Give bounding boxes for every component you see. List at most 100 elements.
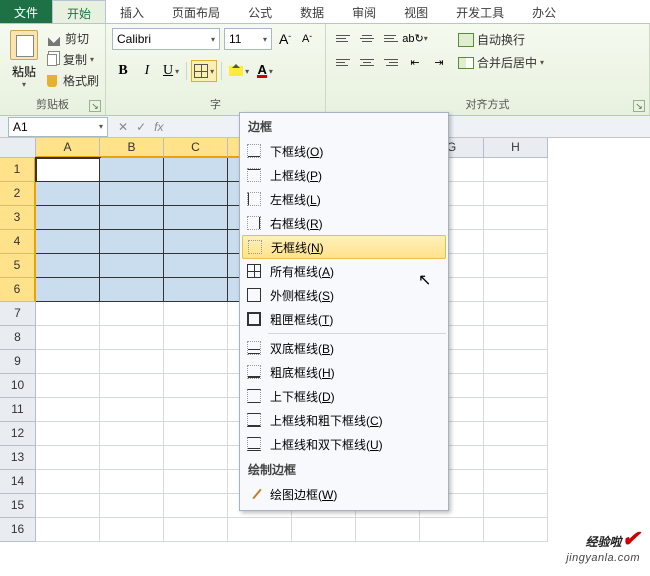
tab-file[interactable]: 文件 <box>0 0 52 23</box>
menu-item-border[interactable]: 粗匣框线(T) <box>240 307 448 331</box>
menu-item-border[interactable]: 上框线和粗下框线(C) <box>240 408 448 432</box>
cell[interactable] <box>164 446 228 470</box>
cell[interactable] <box>100 158 164 182</box>
tab-view[interactable]: 视图 <box>390 0 442 23</box>
cell[interactable] <box>292 518 356 542</box>
menu-item-border[interactable]: 双底框线(B) <box>240 336 448 360</box>
cell[interactable] <box>36 470 100 494</box>
fill-color-button[interactable]: ▾ <box>226 60 252 82</box>
cell[interactable] <box>36 422 100 446</box>
cell[interactable] <box>100 302 164 326</box>
align-left-button[interactable] <box>332 52 354 72</box>
row-header[interactable]: 3 <box>0 206 36 230</box>
cell[interactable] <box>484 494 548 518</box>
cell[interactable] <box>100 470 164 494</box>
cell[interactable] <box>36 182 100 206</box>
grow-font-button[interactable]: Aˆ <box>276 29 294 49</box>
menu-item-border[interactable]: 无框线(N) <box>242 235 446 259</box>
cell[interactable] <box>164 206 228 230</box>
cell[interactable] <box>36 446 100 470</box>
shrink-font-button[interactable]: Aˇ <box>298 29 316 49</box>
menu-item-border[interactable]: 粗底框线(H) <box>240 360 448 384</box>
row-header[interactable]: 1 <box>0 158 36 182</box>
row-header[interactable]: 12 <box>0 422 36 446</box>
tab-formulas[interactable]: 公式 <box>234 0 286 23</box>
cell[interactable] <box>484 254 548 278</box>
cell[interactable] <box>36 230 100 254</box>
cell[interactable] <box>36 398 100 422</box>
align-bottom-button[interactable] <box>380 28 402 48</box>
increase-indent-button[interactable]: ⇥ <box>428 52 450 72</box>
tab-developer[interactable]: 开发工具 <box>442 0 518 23</box>
merge-center-button[interactable]: 合并后居中▾ <box>458 54 544 71</box>
menu-item-draw-border[interactable]: 绘图边框(W) <box>240 482 448 506</box>
cell[interactable] <box>164 398 228 422</box>
tab-data[interactable]: 数据 <box>286 0 338 23</box>
row-header[interactable]: 14 <box>0 470 36 494</box>
cell[interactable] <box>164 230 228 254</box>
tab-review[interactable]: 审阅 <box>338 0 390 23</box>
cell[interactable] <box>100 206 164 230</box>
row-header[interactable]: 15 <box>0 494 36 518</box>
cell[interactable] <box>484 470 548 494</box>
cell[interactable] <box>100 518 164 542</box>
row-header[interactable]: 7 <box>0 302 36 326</box>
row-header[interactable]: 4 <box>0 230 36 254</box>
paste-button[interactable]: 粘贴 <box>12 63 36 80</box>
align-middle-button[interactable] <box>356 28 378 48</box>
cell[interactable] <box>36 206 100 230</box>
cell[interactable] <box>100 422 164 446</box>
underline-button[interactable]: U▾ <box>160 60 182 82</box>
tab-office[interactable]: 办公 <box>518 0 570 23</box>
cancel-icon[interactable]: ✕ <box>118 120 128 134</box>
menu-item-border[interactable]: 所有框线(A) <box>240 259 448 283</box>
col-header[interactable]: H <box>484 138 548 158</box>
cell[interactable] <box>164 302 228 326</box>
align-center-button[interactable] <box>356 52 378 72</box>
cell[interactable] <box>484 206 548 230</box>
row-header[interactable]: 9 <box>0 350 36 374</box>
paste-icon[interactable] <box>10 30 38 60</box>
row-header[interactable]: 8 <box>0 326 36 350</box>
cell[interactable] <box>100 446 164 470</box>
cell[interactable] <box>356 518 420 542</box>
fx-icon[interactable]: fx <box>154 120 163 134</box>
cell[interactable] <box>36 494 100 518</box>
name-box[interactable]: A1▾ <box>8 117 108 137</box>
cell[interactable] <box>36 518 100 542</box>
row-header[interactable]: 13 <box>0 446 36 470</box>
cell[interactable] <box>484 422 548 446</box>
cell[interactable] <box>484 518 548 542</box>
tab-home[interactable]: 开始 <box>52 0 106 23</box>
cell[interactable] <box>164 494 228 518</box>
cell[interactable] <box>164 518 228 542</box>
orientation-button[interactable]: ab↻▾ <box>404 28 426 48</box>
cell[interactable] <box>100 350 164 374</box>
cell[interactable] <box>484 302 548 326</box>
col-header[interactable]: A <box>36 138 100 158</box>
cell[interactable] <box>164 422 228 446</box>
cell[interactable] <box>484 230 548 254</box>
cell[interactable] <box>36 278 100 302</box>
cell[interactable] <box>164 470 228 494</box>
cell[interactable] <box>484 278 548 302</box>
cell[interactable] <box>164 374 228 398</box>
row-header[interactable]: 2 <box>0 182 36 206</box>
cell[interactable] <box>36 158 100 182</box>
menu-item-border[interactable]: 上框线(P) <box>240 163 448 187</box>
row-header[interactable]: 6 <box>0 278 36 302</box>
row-header[interactable]: 16 <box>0 518 36 542</box>
tab-pagelayout[interactable]: 页面布局 <box>158 0 234 23</box>
wrap-text-button[interactable]: 自动换行 <box>458 31 544 48</box>
borders-button[interactable]: ▾ <box>191 60 217 82</box>
menu-item-border[interactable]: 上下框线(D) <box>240 384 448 408</box>
font-color-button[interactable]: A▾ <box>254 60 276 82</box>
cell[interactable] <box>420 518 484 542</box>
font-name-select[interactable]: Calibri▾ <box>112 28 220 50</box>
menu-item-border[interactable]: 左框线(L) <box>240 187 448 211</box>
tab-insert[interactable]: 插入 <box>106 0 158 23</box>
row-header[interactable]: 5 <box>0 254 36 278</box>
cell[interactable] <box>164 254 228 278</box>
menu-item-border[interactable]: 上框线和双下框线(U) <box>240 432 448 456</box>
cell[interactable] <box>36 254 100 278</box>
